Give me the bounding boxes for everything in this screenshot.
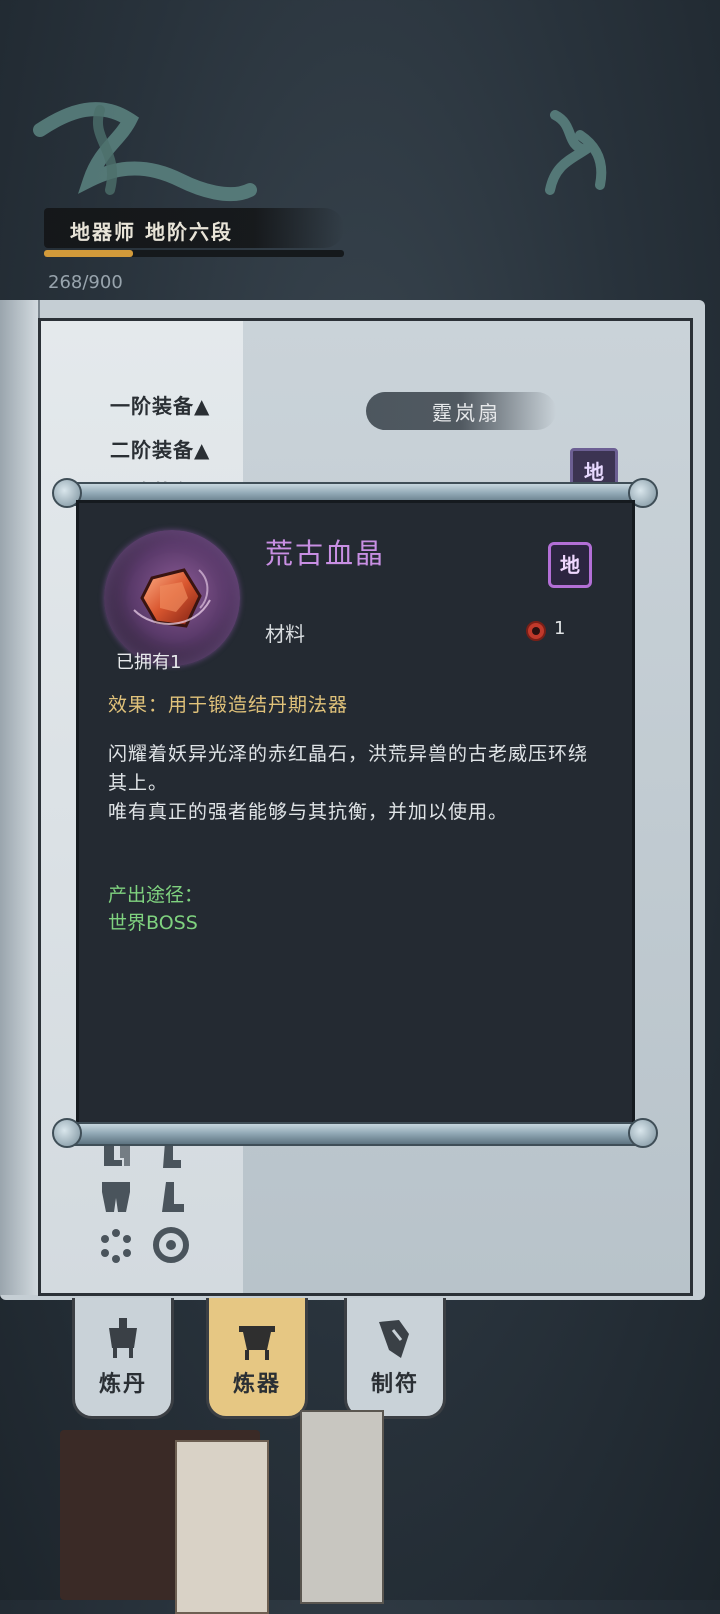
- source-label: 产出途径：: [108, 884, 204, 906]
- item-type: 材料: [265, 622, 305, 646]
- exp-bar: [44, 250, 344, 257]
- tab-talisman[interactable]: 制符: [344, 1298, 446, 1419]
- popup-bottom-rod: [62, 1122, 646, 1146]
- source-value: 世界BOSS: [108, 912, 198, 934]
- bead-necklace-slot-icon[interactable]: [98, 1228, 134, 1272]
- selected-weapon-label: 霆岚扇: [432, 401, 501, 425]
- popup-rod-cap-right-bottom: [628, 1118, 658, 1148]
- tab-alchemy-label: 炼丹: [98, 1372, 147, 1397]
- owned-count: 已拥有1: [116, 652, 182, 673]
- item-effect: 效果：用于锻造结丹期法器: [108, 694, 349, 716]
- exp-text: 268/900: [48, 272, 123, 293]
- calligraphy-decoration-right: [545, 110, 607, 195]
- alchemy-cauldron-icon: [75, 1316, 171, 1366]
- shoe-slot-icon[interactable]: [154, 1180, 186, 1222]
- talisman-icon: [347, 1316, 443, 1366]
- item-cost: 1: [524, 618, 604, 644]
- tier-one-equipment[interactable]: 一阶装备▲: [110, 390, 210, 419]
- ring-slot-icon[interactable]: [152, 1226, 190, 1272]
- item-description: 闪耀着妖异光泽的赤红晶石，洪荒异兽的古老威压环绕其上。 唯有真正的强者能够与其抗…: [108, 743, 589, 823]
- desk-scenery: [60, 1410, 480, 1614]
- item-name: 荒古血晶: [265, 537, 386, 570]
- rank-title: 地器师 地阶六段: [70, 220, 233, 244]
- calligraphy-decoration-left: [33, 102, 257, 202]
- tier-two-equipment[interactable]: 二阶装备▲: [110, 434, 210, 463]
- exp-bar-fill: [44, 250, 134, 257]
- tab-forging[interactable]: 炼器: [206, 1298, 308, 1419]
- tab-talisman-label: 制符: [370, 1372, 419, 1397]
- tab-alchemy[interactable]: 炼丹: [72, 1298, 174, 1419]
- item-grade-badge: 地: [548, 542, 592, 588]
- spirit-stone-icon: [526, 621, 546, 641]
- pants-slot-icon[interactable]: [98, 1180, 134, 1222]
- popup-rod-cap-left-bottom: [52, 1118, 82, 1148]
- item-cost-value: 1: [554, 618, 566, 639]
- book-spine: [0, 300, 40, 1295]
- forge-cauldron-icon: [209, 1316, 305, 1366]
- tab-forging-label: 炼器: [232, 1372, 281, 1397]
- blood-crystal-icon: [104, 530, 240, 666]
